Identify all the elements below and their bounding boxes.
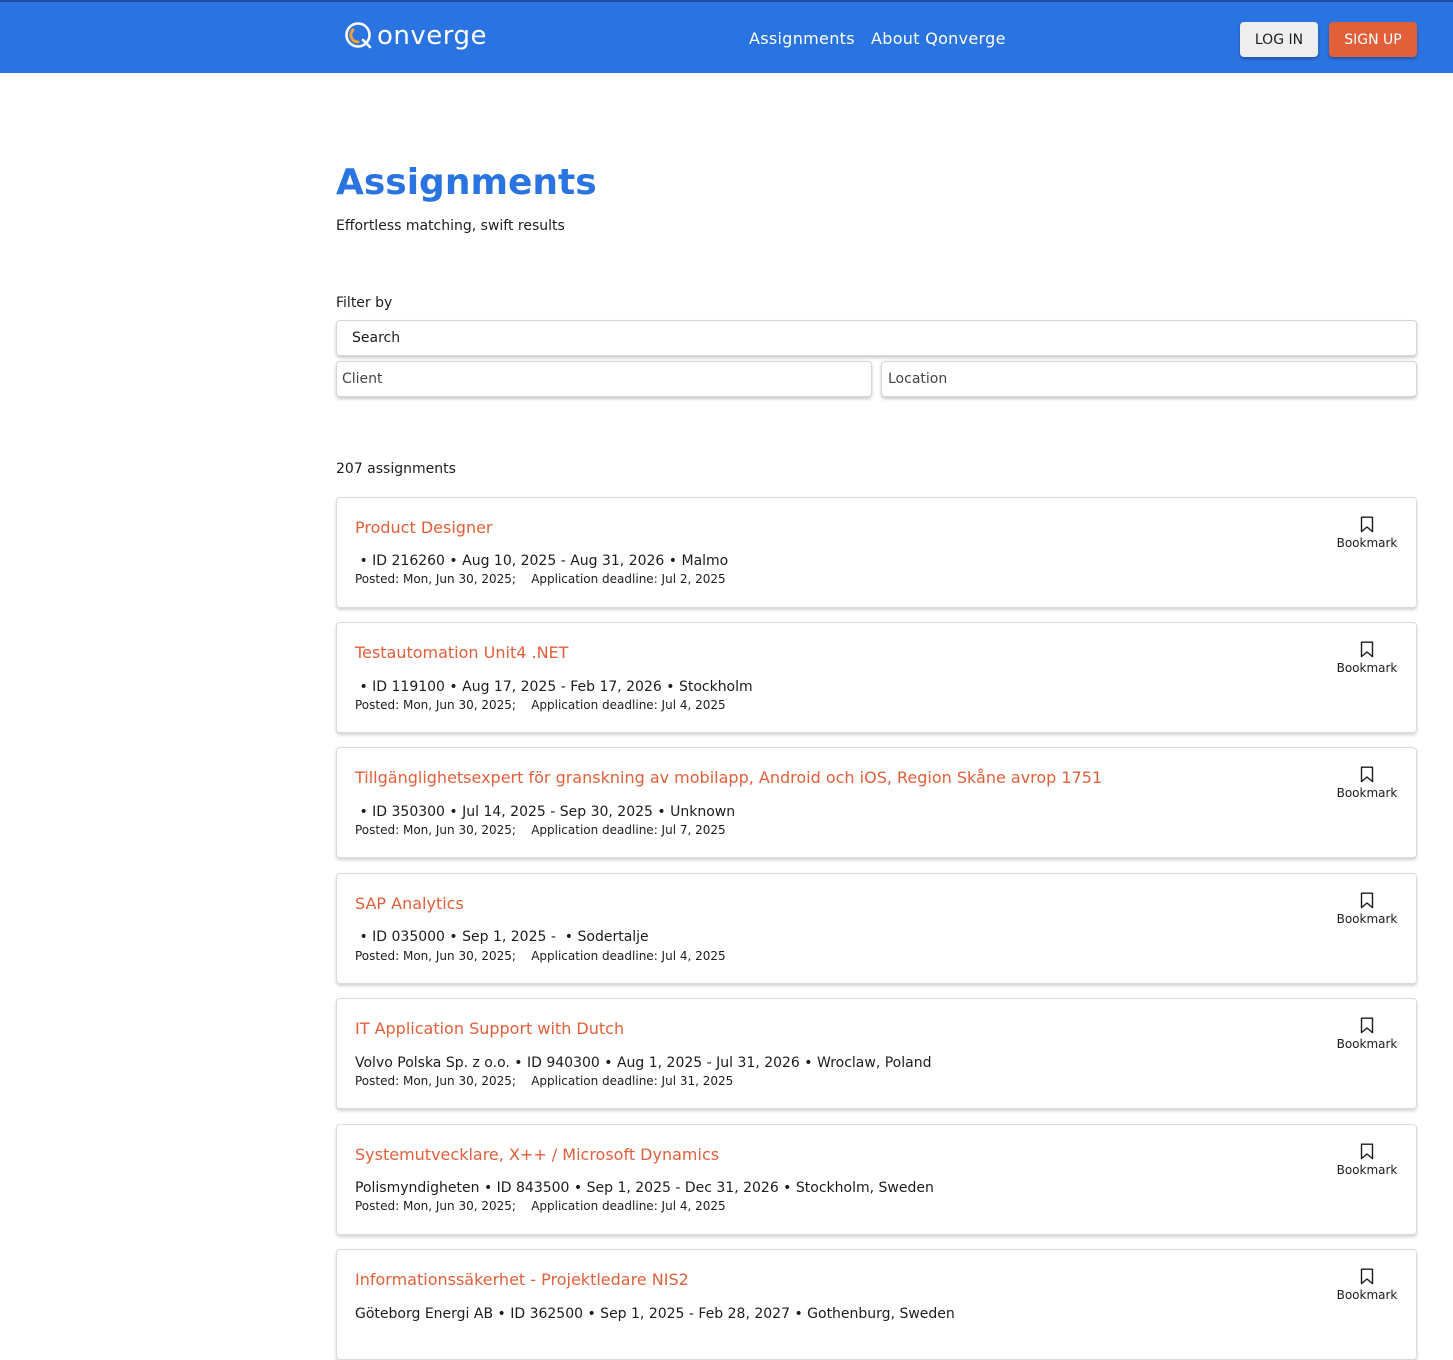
bookmark-label: Bookmark <box>1336 1288 1398 1302</box>
client-filter-input[interactable] <box>336 361 872 397</box>
assignment-card[interactable]: Systemutvecklare, X++ / Microsoft Dynami… <box>336 1124 1417 1235</box>
bookmark-button[interactable]: Bookmark <box>1336 1268 1398 1302</box>
bookmark-label: Bookmark <box>1336 912 1398 926</box>
bookmark-icon <box>1360 1143 1374 1160</box>
assignment-title-link[interactable]: SAP Analytics <box>355 894 464 913</box>
assignment-title-link[interactable]: Product Designer <box>355 518 493 537</box>
assignment-dates: Posted: Mon, Jun 30, 2025; Application d… <box>355 823 726 837</box>
assignment-card[interactable]: Informationssäkerhet - Projektledare NIS… <box>336 1249 1417 1360</box>
bookmark-icon <box>1360 892 1374 909</box>
assignment-title-link[interactable]: IT Application Support with Dutch <box>355 1019 624 1038</box>
assignment-meta: Volvo Polska Sp. z o.o. • ID 940300 • Au… <box>355 1055 932 1071</box>
location-filter-input[interactable] <box>881 361 1417 397</box>
bookmark-button[interactable]: Bookmark <box>1336 641 1398 675</box>
assignment-dates: Posted: Mon, Jun 30, 2025; Application d… <box>355 1199 726 1213</box>
bookmark-label: Bookmark <box>1336 1163 1398 1177</box>
assignment-card[interactable]: IT Application Support with Dutch Volvo … <box>336 998 1417 1109</box>
bookmark-button[interactable]: Bookmark <box>1336 1017 1398 1051</box>
bookmark-button[interactable]: Bookmark <box>1336 516 1398 550</box>
bookmark-label: Bookmark <box>1336 1037 1398 1051</box>
bookmark-label: Bookmark <box>1336 661 1398 675</box>
top-navbar: onverge Assignments About Qonverge LOG I… <box>0 0 1453 73</box>
bookmark-button[interactable]: Bookmark <box>1336 1143 1398 1177</box>
signup-button[interactable]: SIGN UP <box>1329 22 1417 57</box>
brand-logo[interactable]: onverge <box>344 21 487 51</box>
bookmark-icon <box>1360 516 1374 533</box>
assignment-card[interactable]: Testautomation Unit4 .NET • ID 119100 • … <box>336 622 1417 733</box>
assignment-meta: • ID 035000 • Sep 1, 2025 - • Sodertalje <box>355 929 649 945</box>
logo-q-icon <box>344 21 374 51</box>
bookmark-button[interactable]: Bookmark <box>1336 766 1398 800</box>
bookmark-icon <box>1360 1017 1374 1034</box>
logo-text: onverge <box>377 21 488 51</box>
assignment-title-link[interactable]: Systemutvecklare, X++ / Microsoft Dynami… <box>355 1145 719 1164</box>
page-subtitle: Effortless matching, swift results <box>336 218 565 234</box>
assignment-meta: Göteborg Energi AB • ID 362500 • Sep 1, … <box>355 1306 955 1322</box>
assignment-card[interactable]: Tillgänglighetsexpert för granskning av … <box>336 747 1417 858</box>
filter-label: Filter by <box>336 295 393 311</box>
nav-assignments-link[interactable]: Assignments <box>749 29 855 48</box>
bookmark-label: Bookmark <box>1336 536 1398 550</box>
assignment-title-link[interactable]: Tillgänglighetsexpert för granskning av … <box>355 768 1102 787</box>
bookmark-label: Bookmark <box>1336 786 1398 800</box>
search-input[interactable] <box>336 320 1417 356</box>
assignment-count: 207 assignments <box>336 461 456 477</box>
assignment-dates: Posted: Mon, Jun 30, 2025; Application d… <box>355 1074 734 1088</box>
page-title: Assignments <box>336 162 597 203</box>
login-button[interactable]: LOG IN <box>1240 22 1318 57</box>
assignment-meta: Polismyndigheten • ID 843500 • Sep 1, 20… <box>355 1180 934 1196</box>
assignment-title-link[interactable]: Informationssäkerhet - Projektledare NIS… <box>355 1270 689 1289</box>
bookmark-icon <box>1360 1268 1374 1285</box>
assignment-dates: Posted: Mon, Jun 30, 2025; Application d… <box>355 698 726 712</box>
assignment-dates: Posted: Mon, Jun 30, 2025; Application d… <box>355 949 726 963</box>
nav-about-link[interactable]: About Qonverge <box>871 29 1006 48</box>
assignment-title-link[interactable]: Testautomation Unit4 .NET <box>355 643 568 662</box>
assignment-card[interactable]: Product Designer • ID 216260 • Aug 10, 2… <box>336 497 1417 608</box>
bookmark-icon <box>1360 766 1374 783</box>
assignment-dates: Posted: Mon, Jun 30, 2025; Application d… <box>355 572 726 586</box>
assignment-meta: • ID 119100 • Aug 17, 2025 - Feb 17, 202… <box>355 679 753 695</box>
assignment-meta: • ID 350300 • Jul 14, 2025 - Sep 30, 202… <box>355 804 736 820</box>
bookmark-icon <box>1360 641 1374 658</box>
assignment-card[interactable]: SAP Analytics • ID 035000 • Sep 1, 2025 … <box>336 873 1417 984</box>
bookmark-button[interactable]: Bookmark <box>1336 892 1398 926</box>
assignment-meta: • ID 216260 • Aug 10, 2025 - Aug 31, 202… <box>355 553 729 569</box>
